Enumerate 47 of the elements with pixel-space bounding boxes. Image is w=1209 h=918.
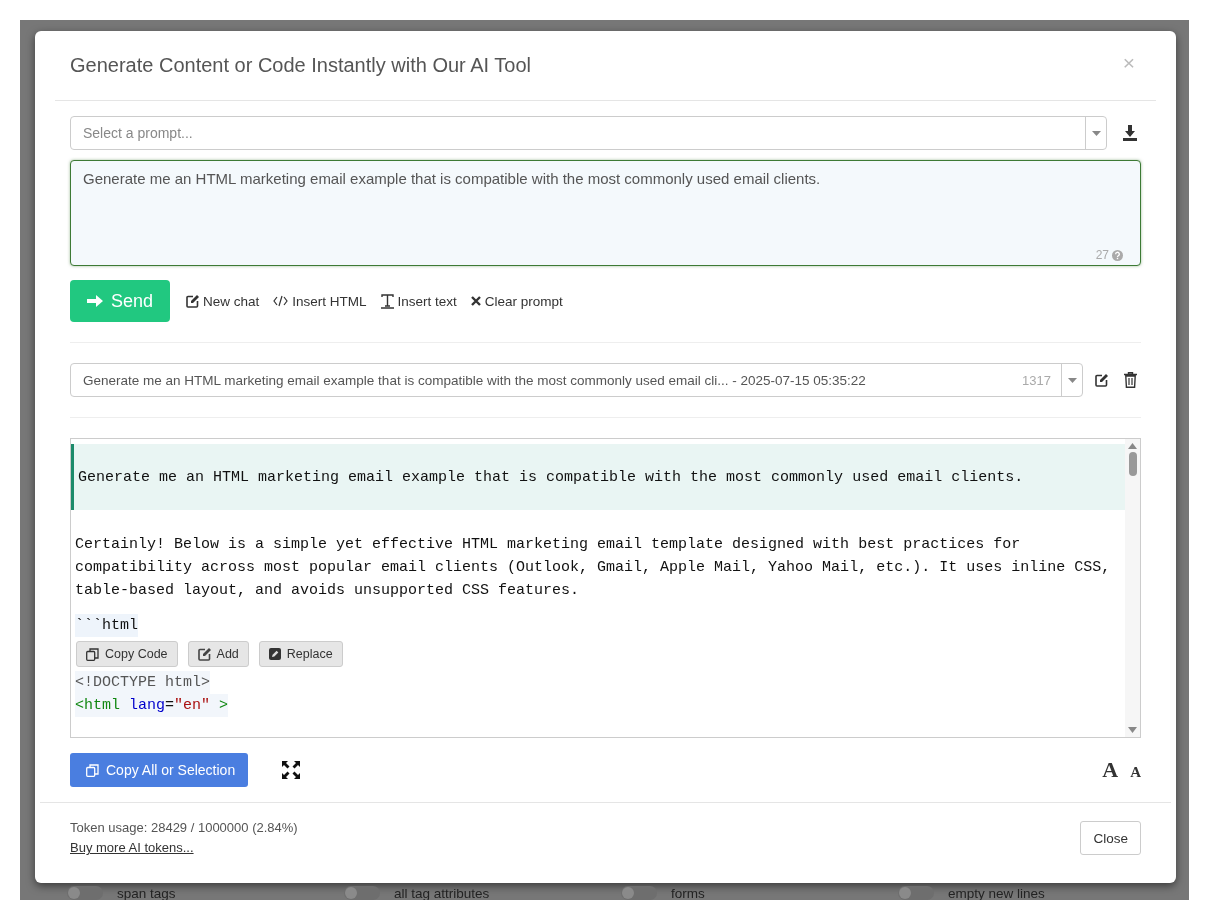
scroll-up-icon [1128, 443, 1137, 449]
trash-icon [1124, 372, 1137, 388]
prompt-select[interactable]: Select a prompt... [70, 116, 1107, 150]
token-count: 27 [1095, 248, 1109, 262]
replace-button[interactable]: Replace [258, 641, 343, 667]
copy-code-button[interactable]: Copy Code [76, 641, 178, 667]
buy-tokens-link[interactable]: Buy more AI tokens... [70, 840, 194, 855]
toggle-switch[interactable] [67, 886, 103, 900]
copy-icon [86, 763, 99, 777]
code-icon [273, 295, 289, 307]
arrow-right-icon [86, 293, 103, 309]
user-message: Generate me an HTML marketing email example that is compatible with the most commonly used email clients. [71, 444, 1125, 510]
option-label: span tags [117, 885, 176, 900]
font-increase-button[interactable]: A [1102, 757, 1119, 783]
copy-all-button[interactable]: Copy All or Selection [70, 753, 249, 787]
expand-icon [282, 761, 301, 779]
close-footer-button[interactable]: Close [1080, 821, 1141, 855]
edit-icon [197, 647, 211, 661]
code-fence: ```html [75, 614, 138, 637]
toggle-switch[interactable] [621, 886, 657, 900]
edit-icon [186, 294, 199, 308]
close-icon [470, 296, 481, 306]
new-chat-link[interactable]: New chat [186, 293, 260, 309]
option-label: empty new lines [948, 885, 1045, 900]
modal-title: Generate Content or Code Instantly with Our AI Tool [70, 54, 531, 77]
font-decrease-button[interactable]: A [1130, 764, 1141, 781]
clear-prompt-link[interactable]: Clear prompt [470, 293, 563, 309]
toggle-switch[interactable] [898, 886, 934, 900]
history-select[interactable]: Generate me an HTML marketing email example that is compatible with the most commonly used email cli... - 2025-07-15 05:35:22 1317 [70, 363, 1083, 397]
option-label: all tag attributes [394, 885, 490, 900]
insert-html-link[interactable]: Insert HTML [273, 293, 367, 309]
caret-icon [1067, 377, 1077, 383]
copy-icon [86, 647, 99, 661]
pencil-square-icon [268, 648, 281, 660]
insert-text-link[interactable]: Insert text [380, 293, 457, 309]
scrollbar-thumb [1128, 452, 1137, 476]
option-label: forms [671, 885, 705, 900]
download-icon [1123, 125, 1137, 141]
reply-text: Certainly! Below is a simple yet effective HTML marketing email template designed with best practices for compatibility across most popular email clients (Outlook, Gmail, Apple Mail, Yahoo Mail, etc.). It uses inline CSS, table-based layout, and avoids unsupported CSS features. [75, 535, 1112, 601]
edit-icon [1095, 373, 1108, 387]
token-usage: Token usage: 28429 / 1000000 (2.84%) [70, 819, 298, 837]
text-icon [380, 293, 394, 309]
help-icon [1112, 249, 1123, 261]
toggle-switch[interactable] [344, 886, 380, 900]
add-button[interactable]: Add [187, 641, 249, 667]
caret-icon [1091, 130, 1101, 136]
scroll-down-icon [1128, 727, 1137, 733]
